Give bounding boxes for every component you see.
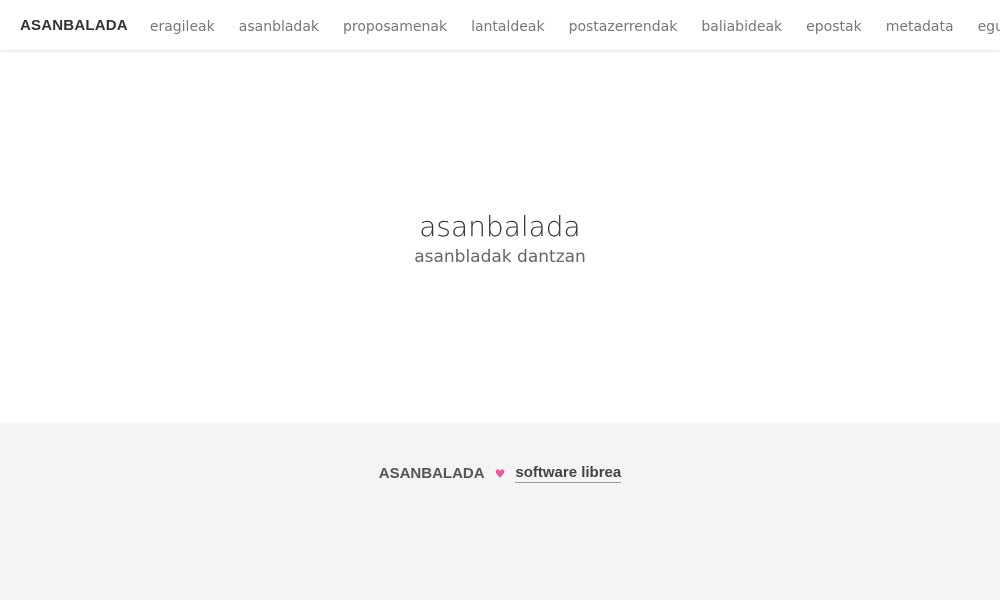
nav-item-eragileak[interactable]: eragileak [150, 19, 215, 35]
hero-section: asanbalada asanbladak dantzan [0, 50, 1000, 423]
nav-item-lantaldeak[interactable]: lantaldeak [471, 19, 545, 35]
heart-icon: ♥ [494, 466, 506, 481]
footer-brand: ASANBALADA [378, 465, 485, 482]
footer-content: ASANBALADA ♥ software librea [378, 464, 622, 483]
brand-link[interactable]: ASANBALADA [20, 17, 128, 34]
software-librea-link[interactable]: software librea [515, 464, 622, 483]
hero-title: asanbalada [419, 209, 581, 243]
nav-item-baliabideak[interactable]: baliabideak [701, 19, 782, 35]
nav-item-postazerrendak[interactable]: postazerrendak [569, 19, 678, 35]
hero-content: asanbalada asanbladak dantzan [414, 209, 586, 269]
nav-item-egutegia[interactable]: egutegia [978, 19, 1000, 35]
nav-item-asanbladak[interactable]: asanbladak [239, 19, 319, 35]
nav-item-epostak[interactable]: epostak [806, 19, 862, 35]
hero-subtitle: asanbladak dantzan [414, 246, 586, 267]
nav-menu: eragileak asanbladak proposamenak lantal… [150, 16, 1000, 35]
nav-item-metadata[interactable]: metadata [886, 19, 954, 35]
nav-item-proposamenak[interactable]: proposamenak [343, 19, 447, 35]
top-navbar: ASANBALADA eragileak asanbladak proposam… [0, 0, 1000, 50]
page-footer: ASANBALADA ♥ software librea [0, 423, 1000, 600]
